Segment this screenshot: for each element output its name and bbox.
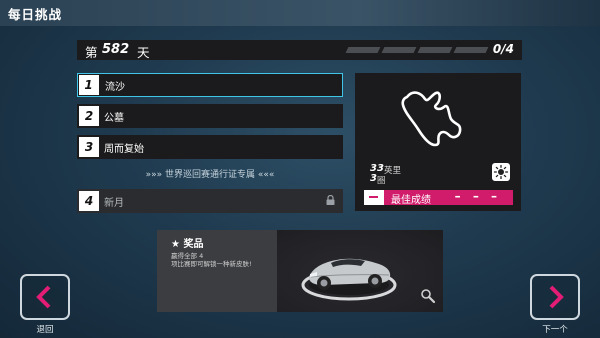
reward-description: ★ 奖品 赢得全部 4 项比赛即可解锁一种新皮肤! [157,230,277,312]
best-result-time: – – – [454,189,501,203]
day-bar: 第 582 天 0/4 [77,40,522,60]
day-prefix: 第 [85,45,98,60]
stage-number: 4 [79,191,99,211]
best-result-bar: 最佳成绩 – – – [364,189,513,206]
stage-name: 周而复始 [104,144,144,155]
back-button[interactable] [20,274,70,320]
laps-value: 3 [370,173,377,184]
stage-item-1[interactable]: 1 流沙 [77,73,343,97]
day-suffix: 天 [137,45,150,60]
progress-segment [381,47,417,53]
best-result-badge [364,190,384,205]
back-label: 退回 [36,325,54,335]
best-result-label: 最佳成绩 [391,195,431,206]
stage-number: 3 [79,137,99,157]
stage-name: 新月 [104,198,124,209]
stage-number: 1 [78,74,99,95]
stage-number: 2 [79,106,99,126]
lock-icon [326,195,335,205]
stage-item-2[interactable]: 2 公墓 [77,104,343,128]
stage-item-4[interactable]: 4 新月 [77,189,343,213]
track-map-icon [401,91,462,147]
chevron-right-icon [549,285,564,309]
laps-unit: 圈 [377,176,386,186]
track-info-panel: 33 英里 3 圈 最佳成绩 – – – [355,73,521,211]
pass-exclusive-label: »»» 世界巡回赛通行证专属 ««« [145,170,275,180]
chevron-left-icon [36,285,51,309]
sun-icon [492,163,510,181]
next-label: 下一个 [542,325,568,335]
distance-unit: 英里 [384,166,402,176]
car-skin-image [301,258,397,301]
top-bar: 每日挑战 [0,0,600,26]
stage-name: 流沙 [105,81,125,93]
stage-item-3[interactable]: 3 周而复始 [77,135,343,159]
progress-segment [453,47,489,53]
reward-title: ★ 奖品 [171,239,204,250]
dash-icon [369,196,378,198]
reward-text-line2: 项比赛即可解锁一种新皮肤! [171,260,252,268]
progress-count: 0/4 [492,42,514,56]
reward-panel[interactable]: ★ 奖品 赢得全部 4 项比赛即可解锁一种新皮肤! [157,230,443,312]
reward-car-preview [277,230,443,312]
page-title: 每日挑战 [8,7,63,22]
day-number: 582 [102,42,130,57]
progress-segment [417,47,453,53]
progress-segment [345,47,381,53]
stage-name: 公墓 [104,113,124,124]
magnifier-icon[interactable] [420,288,436,304]
next-button[interactable] [530,274,580,320]
